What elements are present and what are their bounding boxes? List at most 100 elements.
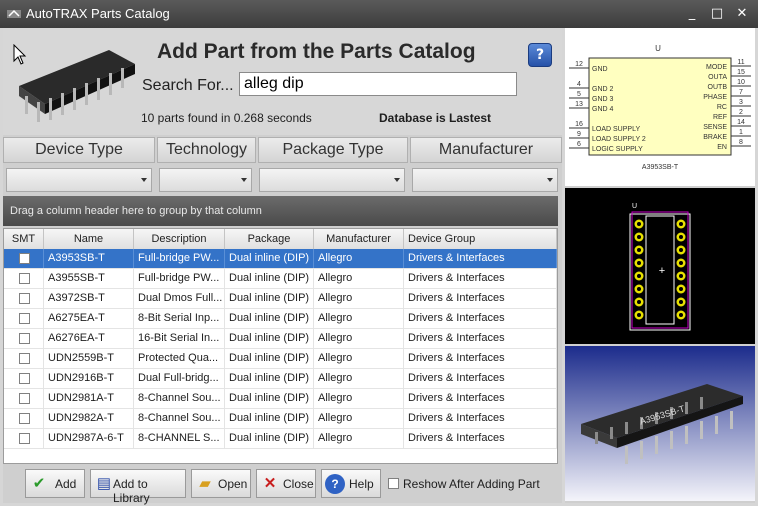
cell-manufacturer: Allegro [314,249,404,268]
table-row[interactable]: A3972SB-T Dual Dmos Full... Dual inline (D… [4,289,557,309]
filter-header-package-type: Package Type [258,137,408,163]
column-header-smt[interactable]: SMT [4,229,44,249]
3d-chip-render: A3953SB-T [581,384,743,464]
chip-leg-back [625,422,628,434]
close-window-button[interactable]: ✕ [733,5,751,23]
schematic-pin-name: GND 3 [592,96,614,103]
cell-manufacturer: Allegro [314,349,404,368]
column-header-package[interactable]: Package [225,229,314,249]
footprint-pad-hole [637,300,641,304]
table-row[interactable]: UDN2916B-T Dual Full-bridg... Dual inline … [4,369,557,389]
cell-name: A3955SB-T [44,269,134,288]
cell-package: Dual inline (DIP) [225,369,314,388]
schematic-pin-number: 16 [575,121,583,128]
schematic-pin-name: BRAKE [703,134,727,141]
minimize-button[interactable]: _ [683,5,701,23]
cell-smt [4,349,44,368]
smt-checkbox[interactable] [19,253,30,264]
device-type-dropdown[interactable] [6,168,152,192]
cell-package: Dual inline (DIP) [225,249,314,268]
cell-name: UDN2916B-T [44,369,134,388]
smt-checkbox[interactable] [19,433,30,444]
group-by-panel[interactable]: Drag a column header here to group by th… [3,196,558,226]
footprint-pad-hole [637,274,641,278]
cell-device-group: Drivers & Interfaces [404,389,557,408]
chip-leg-back [595,432,598,444]
add-button-label: Add [55,477,77,491]
table-row[interactable]: A6275EA-T 8-Bit Serial Inp... Dual inline … [4,309,557,329]
schematic-pin-name: MODE [706,64,727,71]
cell-description: 8-Channel Sou... [134,389,225,408]
footprint-pad-hole [679,300,683,304]
cell-manufacturer: Allegro [314,369,404,388]
smt-checkbox[interactable] [19,333,30,344]
reshow-checkbox[interactable] [388,478,399,489]
smt-checkbox[interactable] [19,313,30,324]
footprint-pad-hole [679,274,683,278]
help-icon[interactable]: ? [528,43,552,67]
close-icon: ✕ [263,475,277,492]
cell-device-group: Drivers & Interfaces [404,409,557,428]
cell-description: Full-bridge PW... [134,269,225,288]
manufacturer-dropdown[interactable] [412,168,558,192]
help-button-label: Help [349,477,374,491]
table-row[interactable]: A3955SB-T Full-bridge PW... Dual inline (D… [4,269,557,289]
schematic-pin-number: 2 [739,109,743,116]
footprint-pad-hole [679,261,683,265]
footprint-pad-hole [679,235,683,239]
smt-checkbox[interactable] [19,293,30,304]
title-bar[interactable]: AutoTRAX Parts Catalog _ □ ✕ [0,0,758,28]
footprint-pad-hole [637,261,641,265]
column-header-name[interactable]: Name [44,229,134,249]
cell-smt [4,389,44,408]
column-header-manufacturer[interactable]: Manufacturer [314,229,404,249]
schematic-pin-number: 8 [739,139,743,146]
filter-header-technology: Technology [157,137,256,163]
table-row[interactable]: A3953SB-T Full-bridge PW... Dual inline (D… [4,249,557,269]
add-to-library-label: Add to Library [113,477,150,505]
cell-name: UDN2981A-T [44,389,134,408]
table-row[interactable]: UDN2559B-T Protected Qua... Dual inline (D… [4,349,557,369]
smt-checkbox[interactable] [19,393,30,404]
cell-device-group: Drivers & Interfaces [404,329,557,348]
cell-manufacturer: Allegro [314,269,404,288]
smt-checkbox[interactable] [19,413,30,424]
search-input[interactable] [239,72,517,96]
column-header-device-group[interactable]: Device Group [404,229,557,249]
schematic-pin-name: PHASE [703,94,727,101]
help-button[interactable]: ? Help [321,469,381,498]
table-row[interactable]: UDN2987A-6-T 8-CHANNEL S... Dual inline (D… [4,429,557,449]
table-row[interactable]: UDN2982A-T 8-Channel Sou... Dual inline (D… [4,409,557,429]
open-button-label: Open [218,477,248,491]
help-icon: ? [325,474,345,494]
chevron-down-icon [547,178,553,182]
schematic-pin-name: LOAD SUPPLY 2 [592,136,646,143]
library-icon: ▤ [96,475,112,492]
maximize-button[interactable]: □ [708,5,726,23]
add-button[interactable]: ✔ Add [25,469,85,498]
close-button[interactable]: ✕ Close [256,469,316,498]
cell-manufacturer: Allegro [314,409,404,428]
schematic-pin-number: 14 [737,119,745,126]
cell-smt [4,269,44,288]
chip-leg [715,416,718,434]
chip-leg-back [700,397,703,409]
table-row[interactable]: UDN2981A-T 8-Channel Sou... Dual inline (D… [4,389,557,409]
technology-dropdown[interactable] [159,168,252,192]
cell-package: Dual inline (DIP) [225,349,314,368]
package-type-dropdown[interactable] [259,168,405,192]
parts-grid: SMT Name Description Package Manufacture… [3,228,558,464]
add-to-library-button[interactable]: ▤ Add to Library [90,469,186,505]
table-row[interactable]: A6276EA-T 16-Bit Serial In... Dual inline … [4,329,557,349]
smt-checkbox[interactable] [19,373,30,384]
chevron-down-icon [241,178,247,182]
schematic-pin-number: 5 [577,91,581,98]
filter-header-device-type: Device Type [3,137,155,163]
smt-checkbox[interactable] [19,353,30,364]
cell-smt [4,309,44,328]
schematic-pin-number: 4 [577,81,581,88]
column-header-description[interactable]: Description [134,229,225,249]
open-button[interactable]: ▰ Open [191,469,251,498]
ic-chip-icon [19,50,135,122]
smt-checkbox[interactable] [19,273,30,284]
